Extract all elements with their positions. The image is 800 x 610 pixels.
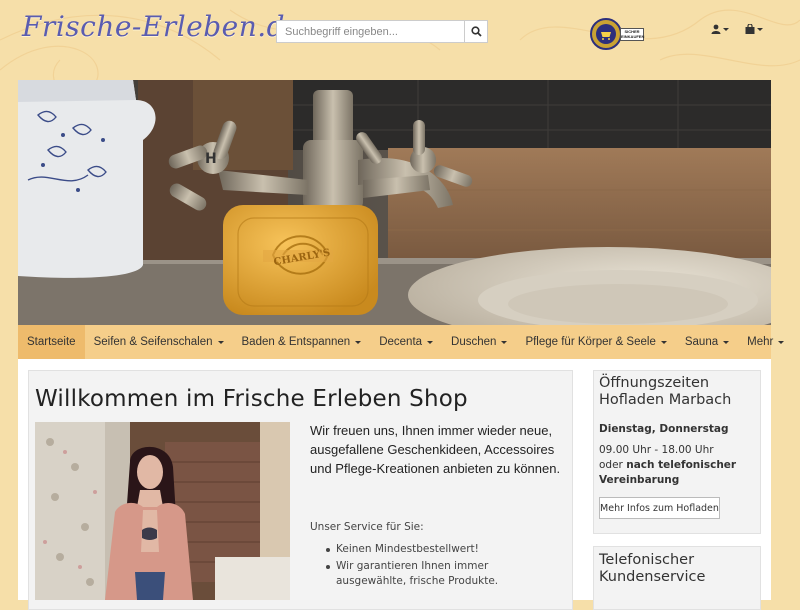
opening-time: 09.00 Uhr - 18.00 Uhr [599,444,714,456]
chevron-down-icon [723,340,730,344]
chevron-down-icon [757,27,763,31]
list-item: Keinen Mindestbestellwert! [310,542,560,557]
nav-item-label: Baden & Entspannen [241,336,351,348]
account-menu[interactable] [711,24,729,34]
shopping-bag-icon [745,24,755,34]
svg-text:H: H [205,151,217,167]
nav-item-1[interactable]: Startseite [18,325,85,359]
hero-banner-image: H CHARLY'S [18,80,771,325]
chevron-down-icon [660,340,667,344]
search-button[interactable] [464,20,488,43]
nav-item-2[interactable]: Seifen & Seifenschalen [85,325,233,359]
nav-item-3[interactable]: Baden & Entspannen [233,325,371,359]
cart-menu[interactable] [745,24,763,34]
chevron-down-icon [217,340,224,344]
opening-hours-title-line: Öffnungszeiten [599,375,710,391]
main-navigation: Startseite Seifen & Seifenschalen Baden & … [18,325,785,359]
opening-days: Dienstag, Donnerstag [599,423,729,435]
search-icon [470,26,482,37]
nav-item-label: Startseite [27,336,76,348]
service-list: Keinen Mindestbestellwert! Wir garantier… [310,542,560,591]
chevron-down-icon [427,340,434,344]
nav-item-label: Duschen [451,336,497,348]
chevron-down-icon [501,340,508,344]
service-heading: Unser Service für Sie: [310,521,424,533]
hofladen-info-button[interactable]: Mehr Infos zum Hofladen [599,497,720,519]
chevron-down-icon [778,340,785,344]
list-item: Wir garantieren Ihnen immer ausgewählte,… [310,559,560,589]
trust-seal-label: SICHER EINKAUFEN [620,28,645,41]
intro-text: Wir freuen uns, Ihnen immer wieder neue,… [310,423,561,476]
nav-item-5[interactable]: Duschen [442,325,516,359]
chevron-down-icon [355,340,362,344]
nav-item-label: Decenta [379,336,423,348]
chevron-down-icon [723,27,729,31]
phone-service-title-line: Kundenservice [599,569,706,585]
or-text: oder [599,459,623,471]
nav-item-label: Pflege für Körper & Seele [525,336,656,348]
model-photo [35,422,290,600]
opening-hours-title: Öffnungszeiten Hofladen Marbach [599,375,731,409]
page-title: Willkommen im Frische Erleben Shop [35,386,468,412]
user-icon [711,24,721,34]
nav-item-label: Mehr [747,336,774,348]
phone-service-title: Telefonischer Kundenservice [599,552,705,586]
site-logo[interactable]: Frische-Erleben.de [22,10,302,43]
nav-item-7[interactable]: Sauna [676,325,738,359]
nav-item-6[interactable]: Pflege für Körper & Seele [516,325,675,359]
nav-item-4[interactable]: Decenta [370,325,442,359]
nav-item-8[interactable]: Mehr [738,325,793,359]
opening-hours-text: Dienstag, Donnerstag 09.00 Uhr - 18.00 U… [599,422,759,488]
opening-hours-title-line: Hofladen Marbach [599,392,732,408]
nav-item-label: Seifen & Seifenschalen [93,336,213,348]
search-input[interactable] [276,20,464,43]
nav-item-label: Sauna [684,336,719,348]
search-form [276,20,488,43]
phone-service-title-line: Telefonischer [599,552,695,568]
